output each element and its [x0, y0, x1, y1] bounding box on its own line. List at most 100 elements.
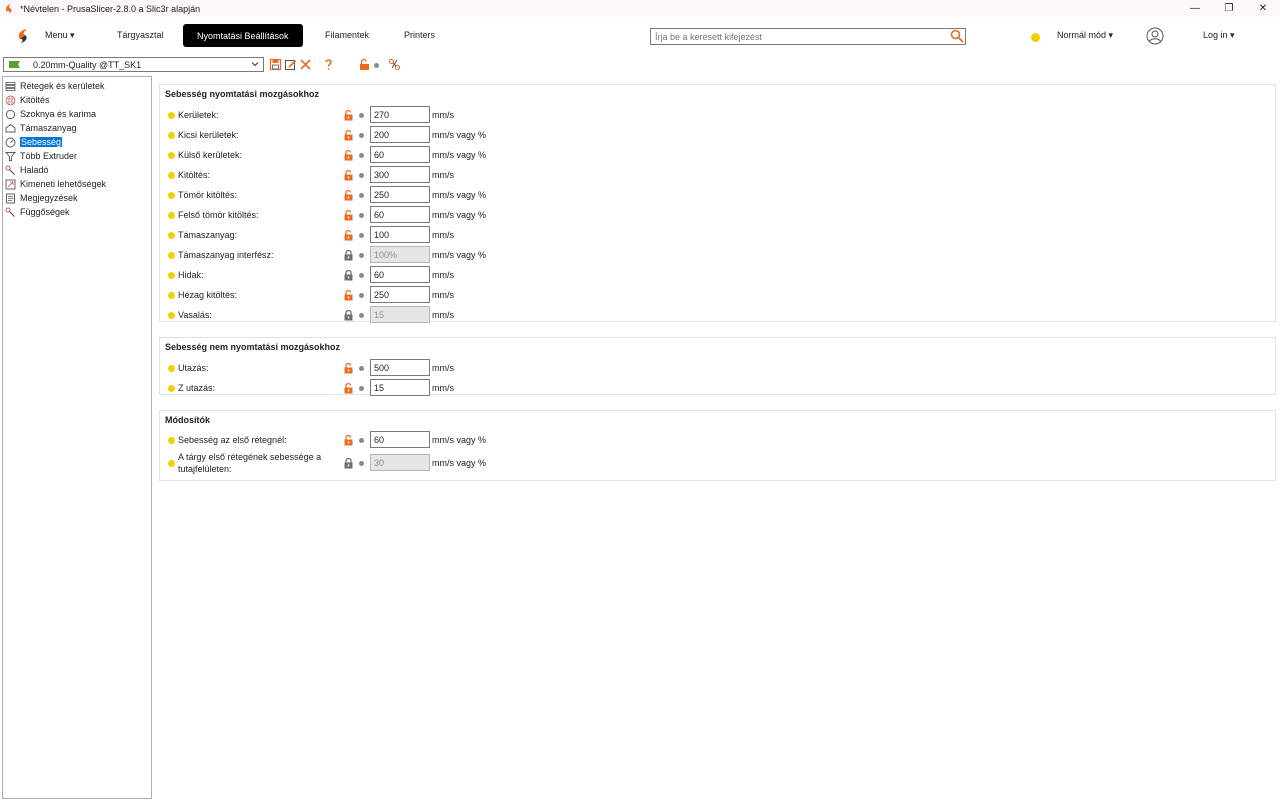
setting-value-input[interactable]: 60: [370, 146, 430, 163]
setting-label: Vasalás:: [178, 310, 212, 320]
menu-button[interactable]: Menu ▾: [45, 30, 75, 41]
system-value-bullet-icon: [359, 233, 364, 238]
tab-filaments[interactable]: Filamentek: [325, 30, 369, 40]
save-preset-icon[interactable]: [269, 58, 282, 71]
wrench-icon: [5, 165, 15, 175]
tab-print-settings[interactable]: Nyomtatási Beállítások: [183, 24, 303, 47]
setting-label: Felső tömör kitöltés:: [178, 210, 259, 220]
chevron-down-icon: [251, 62, 259, 67]
setting-value-input[interactable]: 60: [370, 266, 430, 283]
tab-plater[interactable]: Tárgyasztal: [117, 30, 164, 40]
unlock-icon[interactable]: [343, 169, 354, 181]
setting-row: Felső tömör kitöltés: 60 mm/s vagy %: [160, 206, 1275, 224]
setting-value-input[interactable]: 200: [370, 126, 430, 143]
sidebar-item-layers[interactable]: Rétegek és kerületek: [3, 79, 151, 93]
mode-dot-icon: [168, 112, 175, 119]
sidebar-item-skirt[interactable]: Szoknya és karima: [3, 107, 151, 121]
funnel-icon: [5, 151, 16, 161]
setting-unit: mm/s: [432, 383, 454, 393]
unlock-icon[interactable]: [343, 229, 354, 241]
lock-icon[interactable]: [343, 457, 354, 469]
setting-unit: mm/s: [432, 290, 454, 300]
group-title: Módosítók: [165, 415, 210, 425]
mode-dot-icon: [168, 212, 175, 219]
unlock-icon[interactable]: [343, 362, 354, 374]
system-value-bullet-icon: [359, 153, 364, 158]
mode-dot-icon: [168, 365, 175, 372]
preset-value: 0.20mm-Quality @TT_SK1: [33, 60, 142, 70]
setting-label: Kicsi kerületek:: [178, 130, 239, 140]
sidebar-item-multiple-extruders[interactable]: Több Extruder: [3, 149, 151, 163]
app-logo-icon: [6, 3, 12, 14]
preset-toolbar: 0.20mm-Quality @TT_SK1: [0, 56, 1280, 74]
setting-value-input[interactable]: 250: [370, 186, 430, 203]
setting-label: Támaszanyag interfész:: [178, 250, 274, 260]
search-input[interactable]: [650, 28, 966, 45]
system-value-bullet-icon: [359, 273, 364, 278]
notes-icon: [6, 193, 15, 203]
setting-unit: mm/s vagy %: [432, 190, 487, 200]
setting-value-input[interactable]: 100: [370, 226, 430, 243]
sidebar-item-speed[interactable]: Sebesség: [3, 135, 151, 149]
setting-value-input[interactable]: 270: [370, 106, 430, 123]
setting-value-input[interactable]: 60: [370, 431, 430, 448]
setting-value-input[interactable]: 300: [370, 166, 430, 183]
setting-value-input[interactable]: 250: [370, 286, 430, 303]
setting-row: Hidak: 60 mm/s: [160, 266, 1275, 284]
mode-dot-icon: [168, 385, 175, 392]
mode-dot-icon: [168, 272, 175, 279]
system-value-bullet-icon: [359, 213, 364, 218]
setting-label: A tárgy első rétegének sebessége a tutaj…: [178, 452, 322, 474]
edit-preset-icon[interactable]: [284, 58, 297, 71]
sidebar-item-dependencies[interactable]: Függőségek: [3, 205, 151, 219]
unlock-icon[interactable]: [343, 289, 354, 301]
minimize-button[interactable]: —: [1178, 0, 1212, 17]
setting-value-input: 15: [370, 306, 430, 323]
maximize-button[interactable]: ❐: [1212, 0, 1246, 17]
setting-row: Sebesség az első rétegnél: 60 mm/s vagy %: [160, 431, 1275, 449]
setting-value-input[interactable]: 500: [370, 359, 430, 376]
unlock-icon[interactable]: [343, 382, 354, 394]
tab-printers[interactable]: Printers: [404, 30, 435, 40]
unlock-icon[interactable]: [343, 434, 354, 446]
setting-unit: mm/s vagy %: [432, 458, 487, 468]
lock-icon[interactable]: [343, 249, 354, 261]
sidebar-item-support[interactable]: Támaszanyag: [3, 121, 151, 135]
unlock-icon[interactable]: [343, 209, 354, 221]
unlock-icon[interactable]: [343, 149, 354, 161]
close-button[interactable]: ✕: [1246, 0, 1280, 17]
sidebar-item-infill[interactable]: Kitöltés: [3, 93, 151, 107]
compare-presets-icon[interactable]: [388, 58, 401, 71]
setting-row: Külső kerületek: 60 mm/s vagy %: [160, 146, 1275, 164]
setting-unit: mm/s vagy %: [432, 210, 487, 220]
help-icon[interactable]: [322, 58, 335, 71]
search-icon[interactable]: [950, 29, 964, 43]
setting-value-input[interactable]: 15: [370, 379, 430, 396]
sidebar-item-notes[interactable]: Megjegyzések: [3, 191, 151, 205]
setting-value-input: 30: [370, 454, 430, 471]
infill-icon: [5, 95, 16, 105]
system-value-bullet-icon: [359, 366, 364, 371]
setting-label: Utazás:: [178, 363, 209, 373]
unlock-legend-icon[interactable]: [358, 58, 371, 71]
setting-label: Kitöltés:: [178, 170, 211, 180]
lock-icon[interactable]: [343, 309, 354, 321]
setting-value-input[interactable]: 60: [370, 206, 430, 223]
mode-dropdown[interactable]: Normál mód ▾: [1057, 30, 1113, 41]
prusa-logo-icon: [18, 29, 27, 43]
sidebar-item-output-options[interactable]: Kimeneti lehetőségek: [3, 177, 151, 191]
setting-unit: mm/s: [432, 230, 454, 240]
login-button[interactable]: Log in ▾: [1203, 30, 1235, 41]
preset-select[interactable]: 0.20mm-Quality @TT_SK1: [3, 57, 264, 72]
unlock-icon[interactable]: [343, 189, 354, 201]
lock-icon[interactable]: [343, 269, 354, 281]
delete-preset-icon[interactable]: [299, 58, 312, 71]
window-title: *Névtelen - PrusaSlicer-2.8.0 a Slic3r a…: [20, 3, 201, 14]
system-value-bullet-icon: [359, 293, 364, 298]
unlock-icon[interactable]: [343, 129, 354, 141]
system-value-bullet-icon: [359, 173, 364, 178]
user-avatar-icon[interactable]: [1146, 27, 1164, 45]
system-value-bullet-icon: [359, 386, 364, 391]
unlock-icon[interactable]: [343, 109, 354, 121]
sidebar-item-advanced[interactable]: Haladó: [3, 163, 151, 177]
